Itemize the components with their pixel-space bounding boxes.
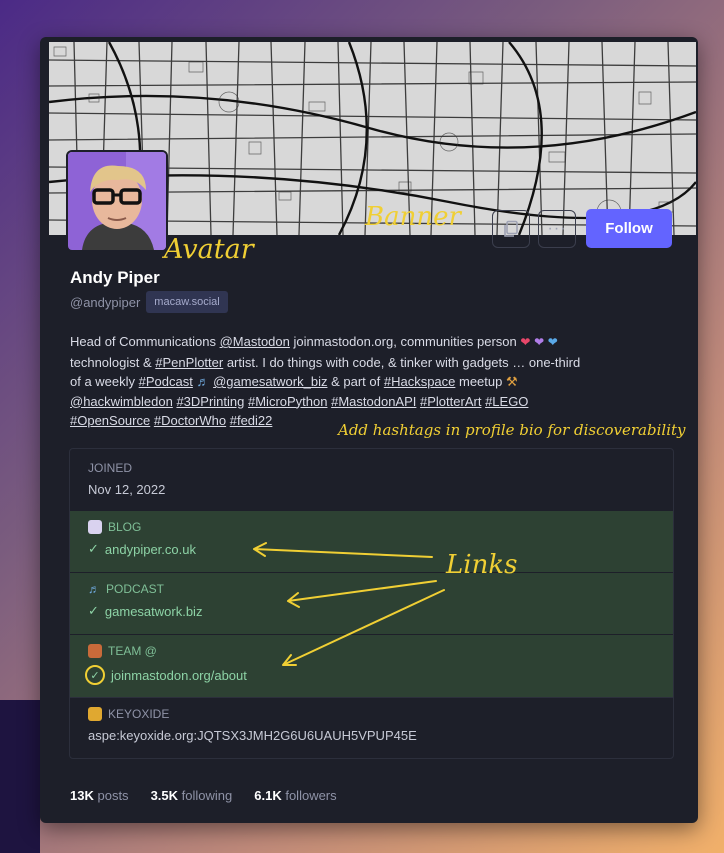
purple-heart-icon: ❤: [534, 335, 545, 349]
field-value: ✓ joinmastodon.org/about: [85, 665, 655, 685]
hashtag-lego[interactable]: #LEGO: [485, 394, 528, 409]
server-badge[interactable]: macaw.social: [146, 291, 228, 313]
hashtag-hackspace[interactable]: #Hackspace: [384, 374, 456, 389]
hashtag-doctorwho[interactable]: #DoctorWho: [154, 413, 226, 428]
annotation-banner: Banner: [365, 202, 461, 232]
field-team: TEAM @ ✓ joinmastodon.org/about: [70, 634, 673, 697]
avatar-image: [68, 152, 166, 250]
field-value: Nov 12, 2022: [88, 482, 655, 497]
followers-stat[interactable]: 6.1K followers: [254, 788, 336, 803]
hashtag-fedi22[interactable]: #fedi22: [230, 413, 273, 428]
mention-gamesatwork[interactable]: @gamesatwork_biz: [213, 374, 327, 389]
copy-icon: [504, 220, 518, 237]
handle-row: @andypiper macaw.social: [70, 291, 228, 313]
lock-emoji-icon: [88, 707, 102, 721]
followers-count: 6.1K: [254, 788, 282, 803]
bio-text: of a weekly: [70, 374, 139, 389]
hashtag-opensource[interactable]: #OpenSource: [70, 413, 150, 428]
hashtag-plotterart[interactable]: #PlotterArt: [420, 394, 481, 409]
avatar[interactable]: [66, 150, 168, 252]
joined-date: Nov 12, 2022: [88, 482, 166, 497]
field-keyoxide: KEYOXIDE aspe:keyoxide.org:JQTSX3JMH2G6U…: [70, 697, 673, 758]
field-label-text: TEAM @: [108, 644, 157, 658]
blog-link[interactable]: andypiper.co.uk: [105, 542, 196, 557]
posts-label: posts: [97, 788, 129, 803]
bio-text: joinmastodon.org, communities person: [289, 334, 521, 349]
podcast-emoji-icon: ♬: [88, 582, 100, 596]
field-joined: JOINED Nov 12, 2022: [70, 449, 673, 510]
following-label: following: [181, 788, 233, 803]
hashtag-micropython[interactable]: #MicroPython: [248, 394, 327, 409]
team-link[interactable]: joinmastodon.org/about: [111, 668, 247, 683]
field-label: BLOG: [88, 520, 655, 534]
annotation-links: Links: [446, 550, 518, 580]
hashtag-penplotter[interactable]: #PenPlotter: [155, 355, 223, 370]
profile-card: Banner Avatar ··· Follow Andy Piper @and…: [40, 37, 698, 823]
field-podcast: ♬ PODCAST ✓ gamesatwork.biz: [70, 572, 673, 634]
display-name: Andy Piper: [70, 268, 160, 287]
field-label: JOINED: [88, 461, 133, 475]
bio-text: artist. I do things with code, & tinker …: [223, 354, 581, 370]
podcast-emoji-icon: ♬: [196, 374, 210, 389]
field-label: KEYOXIDE: [88, 707, 655, 721]
annotation-hashtags: Add hashtags in profile bio for discover…: [338, 421, 686, 439]
background-strip: [0, 700, 40, 853]
field-value: ✓ gamesatwork.biz: [88, 603, 655, 619]
annotation-avatar: Avatar: [164, 234, 254, 265]
following-count: 3.5K: [150, 788, 179, 803]
followers-label: followers: [285, 788, 337, 803]
field-label-text: PODCAST: [106, 582, 165, 596]
field-value: aspe:keyoxide.org:JQTSX3JMH2G6U6UAUH5VPU…: [88, 728, 655, 743]
field-label: TEAM @: [88, 644, 655, 658]
podcast-link[interactable]: gamesatwork.biz: [105, 604, 203, 619]
bio-text: Head of Communications: [70, 334, 220, 349]
hashtag-podcast[interactable]: #Podcast: [139, 374, 193, 389]
hashtag-mastodonapi[interactable]: #MastodonAPI: [331, 394, 416, 409]
account-handle: @andypiper: [70, 294, 141, 310]
profile-fields: JOINED Nov 12, 2022 BLOG ✓ andypiper.co.u…: [69, 448, 674, 759]
blue-heart-icon: ❤: [547, 335, 558, 349]
field-value: ✓ andypiper.co.uk: [88, 541, 655, 557]
mention-mastodon[interactable]: @Mastodon: [220, 334, 290, 349]
copy-link-button[interactable]: [492, 210, 530, 248]
field-label-text: KEYOXIDE: [108, 707, 170, 721]
tools-emoji-icon: ⚒: [505, 374, 518, 389]
red-heart-icon: ❤: [520, 335, 531, 349]
field-blog: BLOG ✓ andypiper.co.uk: [70, 510, 673, 572]
verified-check-icon: ✓: [85, 665, 105, 685]
posts-count: 13K: [70, 788, 94, 803]
more-icon: ···: [547, 220, 567, 237]
verified-check-icon: ✓: [88, 541, 99, 556]
more-options-button[interactable]: ···: [538, 210, 576, 248]
field-label-text: BLOG: [108, 520, 142, 534]
mammoth-emoji-icon: [88, 644, 102, 658]
keyoxide-value: aspe:keyoxide.org:JQTSX3JMH2G6U6UAUH5VPU…: [88, 728, 417, 743]
mention-hackwimbledon[interactable]: @hackwimbledon: [70, 394, 173, 409]
blog-emoji-icon: [88, 520, 102, 534]
field-label: ♬ PODCAST: [88, 582, 655, 596]
profile-stats: 13K posts 3.5K following 6.1K followers: [70, 788, 337, 803]
verified-check-icon: ✓: [88, 603, 99, 618]
bio-text: meetup: [455, 374, 506, 389]
profile-bio: Head of Communications @Mastodon joinmas…: [70, 332, 670, 431]
bio-text: technologist &: [70, 354, 156, 370]
follow-button[interactable]: Follow: [586, 209, 672, 248]
hashtag-3dprinting[interactable]: #3DPrinting: [176, 394, 244, 409]
bio-text: & part of: [327, 374, 384, 389]
following-stat[interactable]: 3.5K following: [151, 788, 233, 803]
posts-stat[interactable]: 13K posts: [70, 788, 129, 803]
